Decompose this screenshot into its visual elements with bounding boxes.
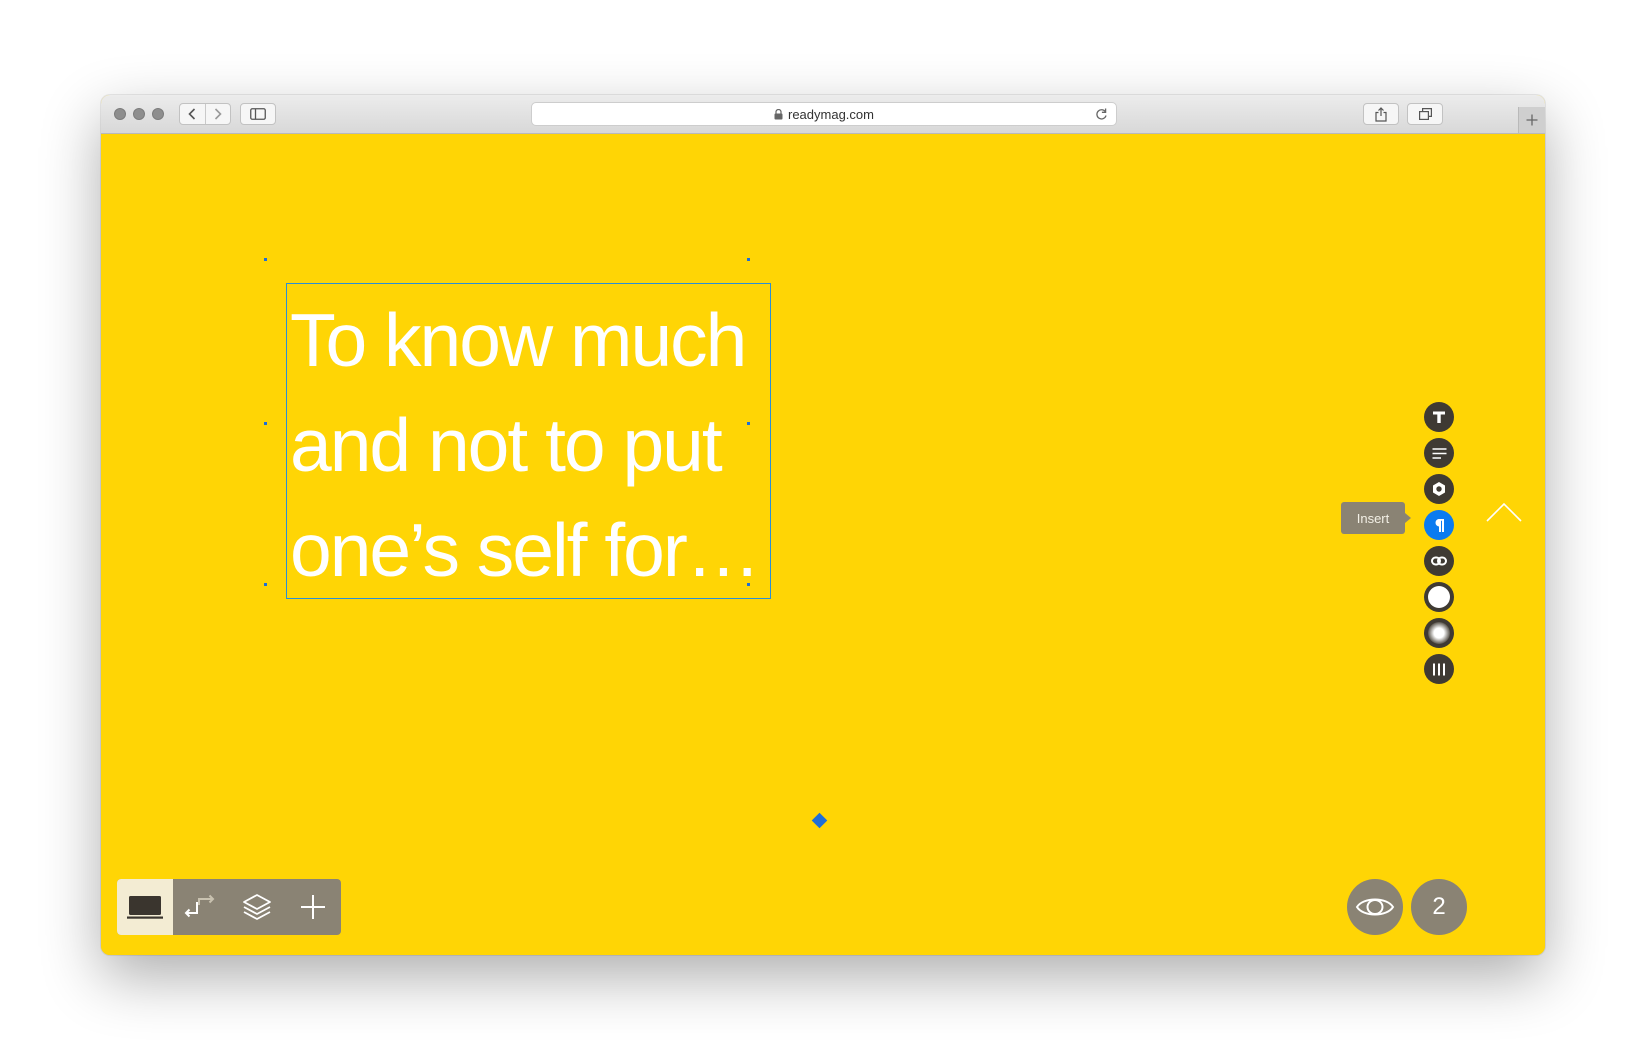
chevron-up-icon [1486, 502, 1522, 522]
tabs-overview-icon [1418, 108, 1432, 120]
sidebar-toggle-button[interactable] [240, 103, 276, 125]
reload-icon[interactable] [1095, 107, 1108, 121]
history-nav [179, 103, 231, 125]
link-tool-button[interactable] [1424, 546, 1454, 576]
pilcrow-icon [1435, 518, 1444, 532]
browser-window: readymag.com To know much and not to put… [101, 95, 1545, 955]
laptop-icon [127, 896, 163, 919]
layers-icon [243, 894, 271, 920]
text-tool-button[interactable] [1424, 402, 1454, 432]
resize-handle-bottom-left[interactable] [264, 583, 267, 586]
share-button[interactable] [1363, 103, 1399, 125]
headline-text[interactable]: To know much and not to put one’s self f… [290, 288, 770, 603]
close-window-button[interactable] [114, 108, 126, 120]
undo-redo-button[interactable] [173, 879, 229, 935]
browser-titlebar: readymag.com [101, 95, 1545, 134]
settings-tool-button[interactable] [1424, 474, 1454, 504]
align-lines-icon [1432, 447, 1446, 459]
zoom-window-button[interactable] [152, 108, 164, 120]
shadow-tool-button[interactable] [1424, 618, 1454, 648]
align-tool-button[interactable] [1424, 438, 1454, 468]
desktop-view-button[interactable] [117, 879, 173, 935]
layers-button[interactable] [229, 879, 285, 935]
resize-handle-top-right[interactable] [747, 258, 750, 261]
chevron-right-icon [214, 108, 222, 120]
add-widget-button[interactable] [285, 879, 341, 935]
minimize-window-button[interactable] [133, 108, 145, 120]
tooltip-label: Insert [1356, 510, 1390, 526]
eye-icon [1355, 898, 1395, 916]
forward-button[interactable] [204, 104, 231, 124]
anchor-diamond-handle[interactable] [811, 812, 828, 829]
resize-handle-top-left[interactable] [264, 258, 267, 261]
insert-tooltip: Insert [1341, 502, 1411, 534]
selected-text-widget[interactable]: To know much and not to put one’s self f… [286, 283, 771, 599]
editor-canvas[interactable]: To know much and not to put one’s self f… [101, 134, 1545, 955]
text-t-icon [1433, 411, 1445, 423]
link-chain-icon [1431, 556, 1447, 566]
address-url: readymag.com [788, 106, 874, 122]
tabs-overview-button[interactable] [1407, 103, 1443, 125]
hex-settings-icon [1433, 482, 1445, 496]
scroll-up-button[interactable] [1485, 501, 1523, 523]
new-tab-button[interactable] [1518, 107, 1545, 133]
back-button[interactable] [180, 104, 205, 124]
lock-icon [774, 108, 783, 120]
sidebar-icon [250, 108, 266, 120]
columns-tool-button[interactable] [1424, 654, 1454, 684]
resize-handle-middle-left[interactable] [264, 422, 267, 425]
fill-tool-button[interactable] [1424, 582, 1454, 612]
page-counter-button[interactable]: 2 [1411, 879, 1467, 935]
bottom-toolbar [117, 879, 341, 935]
radial-shadow-icon [1428, 622, 1450, 644]
plus-icon [301, 895, 325, 919]
undo-arrows-icon [184, 894, 215, 918]
share-icon [1375, 106, 1387, 122]
address-bar[interactable]: readymag.com [531, 102, 1117, 126]
chevron-left-icon [188, 108, 196, 120]
preview-button[interactable] [1347, 879, 1403, 935]
plus-icon [1526, 114, 1538, 126]
circle-fill-icon [1428, 586, 1450, 608]
text-tools-panel [1424, 402, 1456, 690]
columns-icon [1433, 663, 1445, 675]
insert-paragraph-button[interactable] [1424, 510, 1454, 540]
page-number: 2 [1432, 893, 1446, 920]
